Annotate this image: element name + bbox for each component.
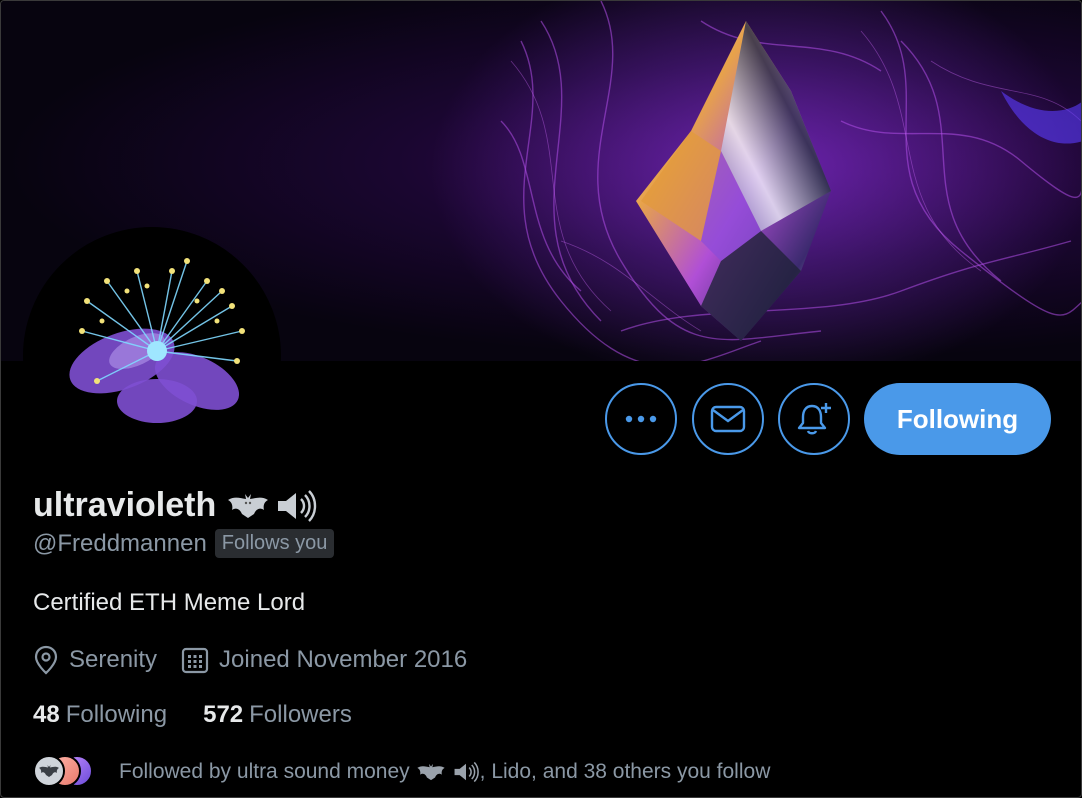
message-button[interactable] bbox=[692, 383, 764, 455]
following-count: 48 bbox=[33, 701, 60, 728]
profile-page: Following ultravioleth @Freddmannen Foll… bbox=[0, 0, 1082, 798]
name-emojis bbox=[226, 489, 318, 523]
location-item: Serenity bbox=[33, 645, 157, 675]
user-handle: @Freddmannen bbox=[33, 529, 207, 557]
followers-count: 572 bbox=[203, 701, 244, 728]
speaker-loud-icon bbox=[278, 489, 317, 522]
display-name-text: ultravioleth bbox=[33, 486, 217, 524]
display-name: ultravioleth bbox=[33, 486, 318, 525]
notifications-button[interactable] bbox=[778, 383, 850, 455]
followed-by-text: Followed by ultra sound money , Lido, an… bbox=[119, 760, 770, 784]
calendar-icon bbox=[181, 647, 209, 674]
follower-avatar bbox=[33, 755, 65, 787]
bell-plus-icon bbox=[797, 403, 831, 435]
more-options-button[interactable] bbox=[605, 383, 677, 455]
following-label: Following bbox=[65, 701, 168, 728]
follower-avatars bbox=[33, 755, 97, 789]
followed-by-suffix: , Lido, and 38 others you follow bbox=[479, 760, 771, 783]
more-horizontal-icon bbox=[625, 415, 657, 423]
profile-meta: Serenity Joined November 2016 bbox=[33, 645, 491, 675]
follow-stats: 48 Following 572 Followers bbox=[33, 701, 388, 729]
joined-item: Joined November 2016 bbox=[181, 646, 467, 674]
envelope-icon bbox=[710, 405, 746, 433]
following-button[interactable]: Following bbox=[864, 383, 1051, 455]
followed-by-row[interactable]: Followed by ultra sound money , Lido, an… bbox=[33, 755, 770, 789]
followers-label: Followers bbox=[249, 701, 352, 728]
speaker-loud-icon bbox=[454, 761, 479, 783]
bat-icon bbox=[228, 493, 269, 518]
handle-row: @Freddmannen Follows you bbox=[33, 529, 335, 558]
location-pin-icon bbox=[34, 645, 58, 675]
bat-icon bbox=[417, 763, 445, 781]
bat-icon bbox=[39, 765, 59, 777]
joined-text: Joined November 2016 bbox=[219, 646, 468, 673]
profile-bio: Certified ETH Meme Lord bbox=[33, 589, 306, 616]
location-text: Serenity bbox=[69, 646, 158, 673]
followers-count-link[interactable]: 572 Followers bbox=[203, 701, 352, 729]
following-count-link[interactable]: 48 Following bbox=[33, 701, 167, 729]
followed-by-prefix: Followed by ultra sound money bbox=[119, 760, 410, 783]
follows-you-badge: Follows you bbox=[214, 529, 335, 558]
profile-avatar[interactable] bbox=[23, 227, 281, 485]
